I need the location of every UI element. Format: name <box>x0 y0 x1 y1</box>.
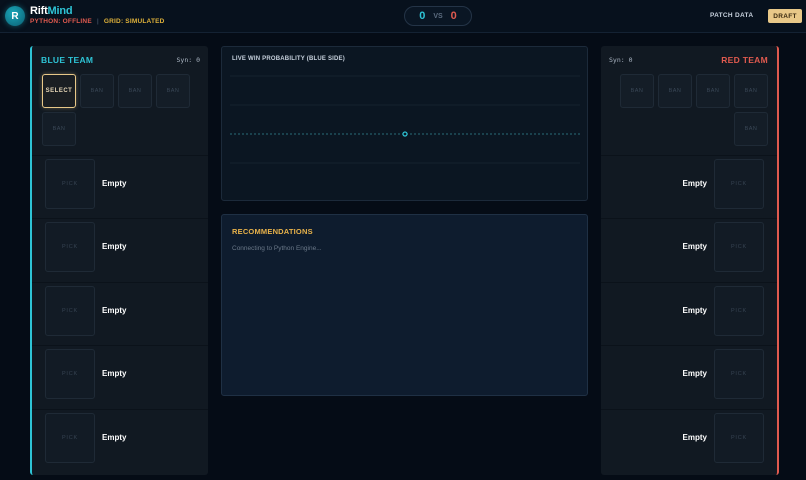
win-probability-panel: LIVE WIN PROBABILITY (BLUE SIDE) <box>221 46 588 201</box>
win-probability-point <box>402 131 408 137</box>
python-status: PYTHON: OFFLINE <box>30 18 92 25</box>
red-pick-row[interactable]: Empty PICK <box>601 218 777 278</box>
blue-pick-row[interactable]: PICK Empty <box>32 282 208 342</box>
red-pick-name: Empty <box>682 179 707 188</box>
red-pick-name: Empty <box>682 369 707 378</box>
blue-ban-slot[interactable]: BAN <box>118 74 152 108</box>
blue-ban-slot-select[interactable]: SELECT <box>42 74 76 108</box>
score-display: 0 VS 0 <box>404 6 472 26</box>
draft-button[interactable]: DRAFT <box>768 9 802 23</box>
blue-pick-name: Empty <box>102 306 127 315</box>
win-probability-chart <box>230 75 580 164</box>
score-vs-label: VS <box>433 12 443 20</box>
recommendations-panel: RECOMMENDATIONS Connecting to Python Eng… <box>221 214 588 396</box>
red-pick-slot[interactable]: PICK <box>714 286 764 336</box>
status-separator: | <box>96 18 99 25</box>
red-ban-slot[interactable]: BAN <box>658 74 692 108</box>
blue-pick-slot[interactable]: PICK <box>45 286 95 336</box>
blue-pick-name: Empty <box>102 242 127 251</box>
red-ban-slot[interactable]: BAN <box>620 74 654 108</box>
blue-pick-name: Empty <box>102 433 127 442</box>
blue-pick-row[interactable]: PICK Empty <box>32 345 208 405</box>
status-row: PYTHON: OFFLINE | GRID: SIMULATED <box>30 18 165 25</box>
blue-ban-slot[interactable]: BAN <box>42 112 76 146</box>
blue-team-title: BLUE TEAM <box>41 55 94 65</box>
blue-pick-name: Empty <box>102 369 127 378</box>
blue-pick-row[interactable]: PICK Empty <box>32 409 208 469</box>
blue-pick-slot[interactable]: PICK <box>45 349 95 399</box>
blue-team-panel: BLUE TEAM Syn: 0 SELECT BAN BAN BAN BAN … <box>30 46 208 475</box>
red-ban-slot[interactable]: BAN <box>734 74 768 108</box>
blue-pick-row[interactable]: PICK Empty <box>32 218 208 278</box>
red-pick-row[interactable]: Empty PICK <box>601 155 777 215</box>
blue-synergy: Syn: 0 <box>176 56 200 64</box>
red-pick-slot[interactable]: PICK <box>714 222 764 272</box>
grid-status: GRID: SIMULATED <box>103 18 165 25</box>
blue-pick-slot[interactable]: PICK <box>45 159 95 209</box>
blue-pick-slot[interactable]: PICK <box>45 222 95 272</box>
red-ban-slot[interactable]: BAN <box>734 112 768 146</box>
top-bar: R RiftMind PYTHON: OFFLINE | GRID: SIMULAT… <box>0 0 806 33</box>
red-ban-slot[interactable]: BAN <box>696 74 730 108</box>
blue-score: 0 <box>419 10 426 22</box>
brand-name-part1: Rift <box>30 5 48 17</box>
red-pick-row[interactable]: Empty PICK <box>601 282 777 342</box>
red-pick-name: Empty <box>682 242 707 251</box>
blue-pick-slot[interactable]: PICK <box>45 413 95 463</box>
red-pick-slot[interactable]: PICK <box>714 349 764 399</box>
red-synergy: Syn: 0 <box>609 56 633 64</box>
blue-ban-slot[interactable]: BAN <box>156 74 190 108</box>
win-probability-title: LIVE WIN PROBABILITY (BLUE SIDE) <box>232 56 345 62</box>
recommendations-title: RECOMMENDATIONS <box>232 227 313 236</box>
brand-name-part2: Mind <box>47 5 73 17</box>
red-score: 0 <box>450 10 457 22</box>
blue-pick-row[interactable]: PICK Empty <box>32 155 208 215</box>
patch-data-button[interactable]: PATCH DATA <box>710 12 753 19</box>
red-team-panel: Syn: 0 RED TEAM BAN BAN BAN BAN BAN Empt… <box>601 46 779 475</box>
red-pick-slot[interactable]: PICK <box>714 413 764 463</box>
app-brand: RiftMind <box>30 5 73 17</box>
red-pick-slot[interactable]: PICK <box>714 159 764 209</box>
red-pick-row[interactable]: Empty PICK <box>601 345 777 405</box>
red-pick-name: Empty <box>682 433 707 442</box>
blue-ban-slot[interactable]: BAN <box>80 74 114 108</box>
blue-pick-name: Empty <box>102 179 127 188</box>
red-team-title: RED TEAM <box>721 55 768 65</box>
red-pick-row[interactable]: Empty PICK <box>601 409 777 469</box>
app-logo-icon: R <box>5 6 25 26</box>
red-pick-name: Empty <box>682 306 707 315</box>
recommendations-status: Connecting to Python Engine... <box>232 245 322 252</box>
